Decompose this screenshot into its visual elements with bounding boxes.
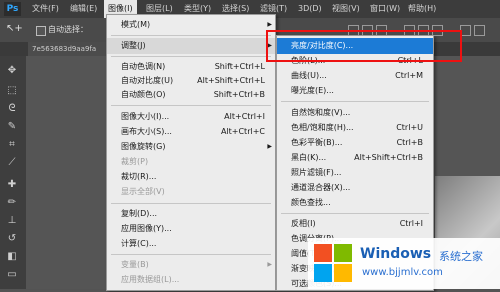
- menu-item-calculations[interactable]: 计算(C)...: [107, 236, 275, 252]
- quick-select-tool-icon[interactable]: ✎: [5, 120, 19, 134]
- menu-item-curves[interactable]: 曲线(U)... Ctrl+M: [277, 68, 433, 84]
- menu-item-vibrance[interactable]: 自然饱和度(V)...: [277, 105, 433, 121]
- submenu-arrow-icon: ▶: [267, 261, 272, 268]
- auto-select-label: 自动选择：: [48, 25, 88, 34]
- logo-tile: [314, 264, 332, 282]
- menu-file[interactable]: 文件(F): [28, 0, 63, 18]
- menu-item-channel-mixer[interactable]: 通道混合器(X)...: [277, 180, 433, 196]
- menu-separator: [111, 203, 271, 204]
- menu-item-adjustments[interactable]: 调整(J) ▶: [107, 38, 275, 54]
- menu-item-crop: 裁剪(P): [121, 157, 149, 166]
- windows-logo-icon: [314, 244, 354, 284]
- lasso-tool-icon[interactable]: ᘓ: [5, 102, 19, 116]
- menu-separator: [111, 254, 271, 255]
- watermark: Windows 系统之家 www.bjjmlv.com: [308, 238, 500, 289]
- menu-item-duplicate[interactable]: 复制(D)...: [107, 206, 275, 222]
- menu-item-variables: 变量(B) ▶: [107, 257, 275, 273]
- logo-tile: [314, 244, 332, 262]
- image-menu-dropdown: 模式(M) ▶ 调整(J) ▶ 自动色调(N) Shift+Ctrl+L 自动对比度(…: [106, 14, 276, 291]
- watermark-url: www.bjjmlv.com: [362, 267, 443, 278]
- menu-help[interactable]: 帮助(H): [404, 0, 440, 18]
- menu-separator: [281, 213, 429, 214]
- menu-item-exposure[interactable]: 曝光度(E)...: [277, 83, 433, 99]
- watermark-title: Windows: [360, 246, 432, 262]
- annotation-highlight-box: [266, 30, 462, 62]
- move-tool-icon[interactable]: ↖+: [6, 23, 23, 34]
- move-tool-icon[interactable]: ✥: [5, 64, 19, 78]
- menu-item-invert[interactable]: 反相(I) Ctrl+I: [277, 216, 433, 232]
- marquee-tool-icon[interactable]: ⬚: [5, 84, 19, 98]
- logo-tile: [334, 244, 352, 262]
- clone-stamp-tool-icon[interactable]: ⊥: [5, 214, 19, 228]
- menu-item-mode[interactable]: 模式(M) ▶: [107, 17, 275, 33]
- menu-item-image-rotation[interactable]: 图像旋转(G) ▶: [107, 139, 275, 155]
- menu-3d[interactable]: 3D(D): [294, 0, 326, 18]
- logo-tile: [334, 264, 352, 282]
- distribute-icon[interactable]: [474, 25, 485, 36]
- menu-separator: [111, 35, 271, 36]
- menu-item-color-lookup[interactable]: 颜色查找...: [277, 195, 433, 211]
- menu-view[interactable]: 视图(V): [328, 0, 364, 18]
- menu-separator: [111, 105, 271, 106]
- document-tab[interactable]: 7e563683d9aa9fa: [28, 42, 116, 56]
- eyedropper-tool-icon[interactable]: ⟋: [5, 156, 19, 170]
- menu-item-black-white[interactable]: 黑白(K)... Alt+Shift+Ctrl+B: [277, 150, 433, 166]
- menu-window[interactable]: 窗口(W): [366, 0, 404, 18]
- menu-item-reveal-all: 显示全部(V): [121, 187, 165, 196]
- menu-item-image-size[interactable]: 图像大小(I)... Alt+Ctrl+I: [107, 109, 275, 125]
- menu-item-trim[interactable]: 裁切(R)...: [107, 169, 275, 185]
- menu-item-color-balance[interactable]: 色彩平衡(B)... Ctrl+B: [277, 135, 433, 151]
- menu-item-auto-color[interactable]: 自动颜色(O) Shift+Ctrl+B: [107, 87, 275, 103]
- menu-edit[interactable]: 编辑(E): [66, 0, 101, 18]
- tools-panel: ✥ ⬚ ᘓ ✎ ⌗ ⟋ ✚ ✏ ⊥ ↺ ◧ ▭: [0, 56, 26, 289]
- menu-item-apply-image[interactable]: 应用图像(Y)...: [107, 221, 275, 237]
- crop-tool-icon[interactable]: ⌗: [5, 138, 19, 152]
- menu-item-apply-data-set: 应用数据组(L)...: [121, 275, 180, 284]
- gradient-tool-icon[interactable]: ▭: [5, 268, 19, 282]
- submenu-arrow-icon: ▶: [267, 143, 272, 150]
- menu-separator: [281, 101, 429, 102]
- watermark-subtitle: 系统之家: [439, 250, 483, 263]
- auto-select-checkbox[interactable]: [36, 26, 46, 36]
- history-brush-tool-icon[interactable]: ↺: [5, 232, 19, 246]
- menu-item-photo-filter[interactable]: 照片滤镜(F)...: [277, 165, 433, 181]
- brush-tool-icon[interactable]: ✏: [5, 196, 19, 210]
- healing-brush-tool-icon[interactable]: ✚: [5, 178, 19, 192]
- menu-separator: [111, 56, 271, 57]
- menu-item-canvas-size[interactable]: 画布大小(S)... Alt+Ctrl+C: [107, 124, 275, 140]
- photoshop-logo: Ps: [4, 2, 21, 16]
- eraser-tool-icon[interactable]: ◧: [5, 250, 19, 264]
- menu-item-hue-saturation[interactable]: 色相/饱和度(H)... Ctrl+U: [277, 120, 433, 136]
